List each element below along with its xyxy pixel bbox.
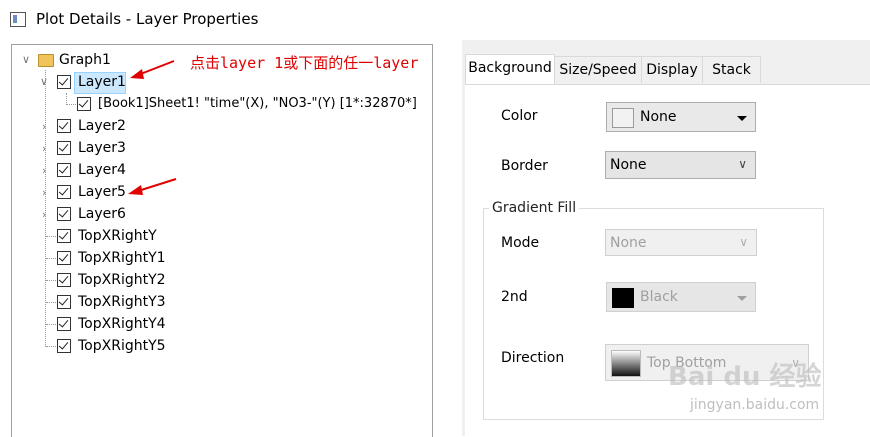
checkbox[interactable] xyxy=(57,185,71,199)
color-value: None xyxy=(640,109,677,125)
tree-guide-line xyxy=(46,346,56,347)
color-label: Color xyxy=(501,108,538,124)
tree-item-layer6[interactable]: Layer6 xyxy=(78,206,126,222)
baidu-watermark-logo: Bai du 经验 xyxy=(668,362,822,392)
app-window-icon xyxy=(10,12,26,27)
color-dropdown[interactable]: None xyxy=(606,102,756,132)
mode-dropdown[interactable]: None ∨ xyxy=(605,229,757,256)
expand-arrow-icon[interactable]: › xyxy=(42,208,46,221)
tree-item-topxrighty1[interactable]: TopXRightY1 xyxy=(78,250,166,266)
chevron-down-icon: ∨ xyxy=(739,235,748,249)
border-dropdown[interactable]: None ∨ xyxy=(605,151,756,179)
second-color-dropdown[interactable]: Black xyxy=(606,282,756,312)
checkbox[interactable] xyxy=(57,119,71,133)
border-label: Border xyxy=(501,158,548,174)
border-value: None xyxy=(610,157,647,173)
tree-guide-line xyxy=(46,324,56,325)
tree-guide-line xyxy=(46,236,56,237)
checkbox[interactable] xyxy=(57,75,71,89)
tab-display[interactable]: Display xyxy=(641,56,703,83)
tree-item-layer2[interactable]: Layer2 xyxy=(78,118,126,134)
window-title: Plot Details - Layer Properties xyxy=(36,10,259,28)
tab-background[interactable]: Background xyxy=(465,54,555,84)
expand-arrow-icon[interactable]: › xyxy=(42,142,46,155)
annotation-arrow-icon xyxy=(128,178,177,195)
annotation-text: 点击layer 1或下面的任一layer xyxy=(190,54,419,72)
tree-item-topxrighty5[interactable]: TopXRightY5 xyxy=(78,338,166,354)
tree-guide-line xyxy=(46,302,56,303)
checkbox[interactable] xyxy=(77,97,91,111)
tree-item-layer3[interactable]: Layer3 xyxy=(78,140,126,156)
tree-guide-line xyxy=(66,104,76,105)
tree-item-topxrighty2[interactable]: TopXRightY2 xyxy=(78,272,166,288)
collapse-arrow-icon[interactable]: ∨ xyxy=(40,75,48,88)
color-swatch xyxy=(612,288,634,308)
tree-item-layer1[interactable]: Layer1 xyxy=(78,74,126,90)
folder-icon xyxy=(38,54,54,67)
tree-item-topxrighty3[interactable]: TopXRightY3 xyxy=(78,294,166,310)
tree-item-topxrighty[interactable]: TopXRightY xyxy=(78,228,157,244)
direction-label: Direction xyxy=(501,350,565,366)
checkbox[interactable] xyxy=(57,251,71,265)
dropdown-arrow-icon xyxy=(737,116,747,121)
gradient-swatch xyxy=(611,350,641,377)
tree-item-layer4[interactable]: Layer4 xyxy=(78,162,126,178)
checkbox[interactable] xyxy=(57,229,71,243)
expand-arrow-icon[interactable]: › xyxy=(42,120,46,133)
tab-stack[interactable]: Stack xyxy=(702,56,761,83)
annotation-arrow-icon xyxy=(130,60,175,79)
dropdown-arrow-icon xyxy=(737,296,747,301)
baidu-watermark-url: jingyan.baidu.com xyxy=(690,397,820,413)
expand-arrow-icon[interactable]: › xyxy=(42,164,46,177)
checkbox[interactable] xyxy=(57,317,71,331)
tree-guide-line xyxy=(46,258,56,259)
second-color-value: Black xyxy=(640,289,678,305)
checkbox[interactable] xyxy=(57,339,71,353)
second-color-label: 2nd xyxy=(501,289,528,305)
gradient-fill-title: Gradient Fill xyxy=(489,200,580,216)
chevron-down-icon: ∨ xyxy=(738,157,747,171)
tree-guide-line xyxy=(46,280,56,281)
checkbox[interactable] xyxy=(57,273,71,287)
title-bar: Plot Details - Layer Properties xyxy=(0,0,870,40)
checkbox[interactable] xyxy=(57,207,71,221)
tree-item-topxrighty4[interactable]: TopXRightY4 xyxy=(78,316,166,332)
expand-arrow-icon[interactable]: › xyxy=(42,186,46,199)
checkbox[interactable] xyxy=(57,295,71,309)
tab-size-speed[interactable]: Size/Speed xyxy=(554,56,642,83)
color-swatch xyxy=(612,108,634,128)
tree-item-dataset[interactable]: [Book1]Sheet1! "time"(X), "NO3-"(Y) [1*:… xyxy=(98,96,417,111)
collapse-arrow-icon[interactable]: ∨ xyxy=(22,53,30,66)
mode-label: Mode xyxy=(501,235,540,251)
mode-value: None xyxy=(610,235,647,251)
tree-root-graph1[interactable]: Graph1 xyxy=(59,52,111,68)
checkbox[interactable] xyxy=(57,163,71,177)
tree-item-layer5[interactable]: Layer5 xyxy=(78,184,126,200)
checkbox[interactable] xyxy=(57,141,71,155)
